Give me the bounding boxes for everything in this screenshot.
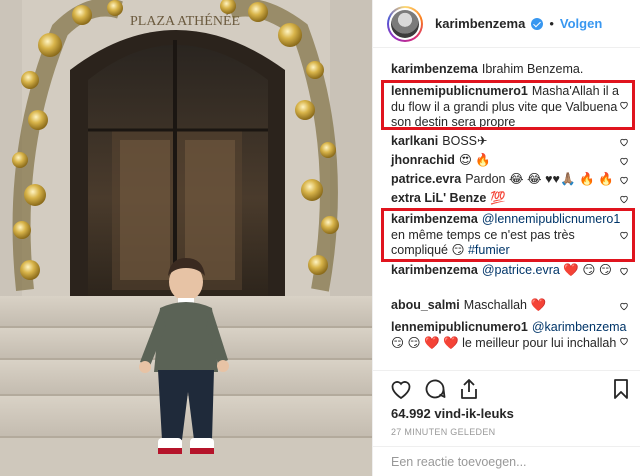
post-sidebar: karimbenzema • Volgen karimbenzema Ibrahi… xyxy=(372,0,640,476)
header-separator: • xyxy=(549,16,554,31)
comment-text: BOSS✈ xyxy=(442,134,488,148)
comment-mention[interactable]: @lennemipublicnumero1 xyxy=(482,212,620,226)
comment-username[interactable]: abou_salmi xyxy=(391,298,460,312)
comment-like-icon[interactable] xyxy=(619,175,629,185)
action-bar xyxy=(373,370,640,406)
comment-like-icon[interactable] xyxy=(619,100,629,110)
comment-username[interactable]: lennemipublicnumero1 xyxy=(391,320,528,334)
list-item: patrice.evra Pardon 😂 😂 ♥♥🙏🏽 🔥 🔥 xyxy=(391,172,625,188)
comment-mention[interactable]: @karimbenzema xyxy=(532,320,627,334)
comment-like-icon[interactable] xyxy=(619,301,629,311)
comment-icon[interactable] xyxy=(423,377,447,401)
comment-text: ❤️ 😏 😏 xyxy=(559,263,612,277)
list-item: karimbenzema @lennemipublicnumero1 en mêm… xyxy=(391,212,625,259)
post-header: karimbenzema • Volgen xyxy=(373,0,640,48)
comment-like-icon[interactable] xyxy=(619,194,629,204)
add-comment-bar xyxy=(373,446,640,476)
comment-mention[interactable]: @patrice.evra xyxy=(482,263,560,277)
post-timestamp: 27 MINUTEN GELEDEN xyxy=(391,427,496,437)
follow-button[interactable]: Volgen xyxy=(560,16,602,31)
avatar-image xyxy=(391,9,419,38)
avatar[interactable] xyxy=(387,5,423,42)
list-item: lennemipublicnumero1 Masha'Allah il a du … xyxy=(391,84,625,131)
list-item: extra LiL' Benze 💯 xyxy=(391,191,625,207)
comment-username[interactable]: karlkani xyxy=(391,134,438,148)
hotel-sign-text: PLAZA ATHÉNÉE xyxy=(130,12,240,29)
header-username[interactable]: karimbenzema xyxy=(435,16,525,31)
comment-like-icon[interactable] xyxy=(619,230,629,240)
comment-username[interactable]: jhonrachid xyxy=(391,153,455,167)
list-item: karlkani BOSS✈ xyxy=(391,134,625,150)
comment-like-icon[interactable] xyxy=(619,336,629,346)
comment-like-icon[interactable] xyxy=(619,137,629,147)
comment-like-icon[interactable] xyxy=(619,266,629,276)
caption: karimbenzema Ibrahim Benzema. xyxy=(391,62,625,78)
share-icon[interactable] xyxy=(457,377,481,401)
comment-text: Pardon 😂 😂 ♥♥🙏🏽 🔥 🔥 xyxy=(465,172,614,186)
list-item: jhonrachid 😍 🔥 xyxy=(391,153,625,169)
comment-username[interactable]: karimbenzema xyxy=(391,212,478,226)
verified-badge-icon xyxy=(531,17,544,30)
comment-text: Ibrahim Benzema. xyxy=(481,62,584,76)
photo-illustration: PLAZA ATHÉNÉE xyxy=(0,0,372,476)
comment-username[interactable]: patrice.evra xyxy=(391,172,461,186)
comment-hashtag[interactable]: #fumier xyxy=(468,243,510,257)
bookmark-icon[interactable] xyxy=(609,377,633,401)
heart-icon[interactable] xyxy=(389,377,413,401)
like-count[interactable]: 64.992 vind-ik-leuks xyxy=(391,406,514,421)
comment-input[interactable] xyxy=(391,454,611,469)
comment-username[interactable]: karimbenzema xyxy=(391,62,478,76)
list-item: abou_salmi Maschallah ❤️ xyxy=(391,298,625,314)
comment-text: 😍 🔥 xyxy=(458,153,491,167)
comment-like-icon[interactable] xyxy=(619,156,629,166)
list-item: karimbenzema @patrice.evra ❤️ 😏 😏 xyxy=(391,263,625,279)
comment-username[interactable]: lennemipublicnumero1 xyxy=(391,84,528,98)
comment-text: 😏 😏 ❤️ ❤️ le meilleur pour lui inchallah xyxy=(391,335,617,350)
comment-username[interactable]: extra LiL' Benze xyxy=(391,191,486,205)
comment-text: 💯 xyxy=(490,191,506,205)
post-photo[interactable]: PLAZA ATHÉNÉE xyxy=(0,0,372,476)
comment-text: Maschallah ❤️ xyxy=(463,298,547,312)
list-item: lennemipublicnumero1 @karimbenzema 😏 😏 ❤️… xyxy=(391,320,627,351)
comment-username[interactable]: karimbenzema xyxy=(391,263,478,277)
